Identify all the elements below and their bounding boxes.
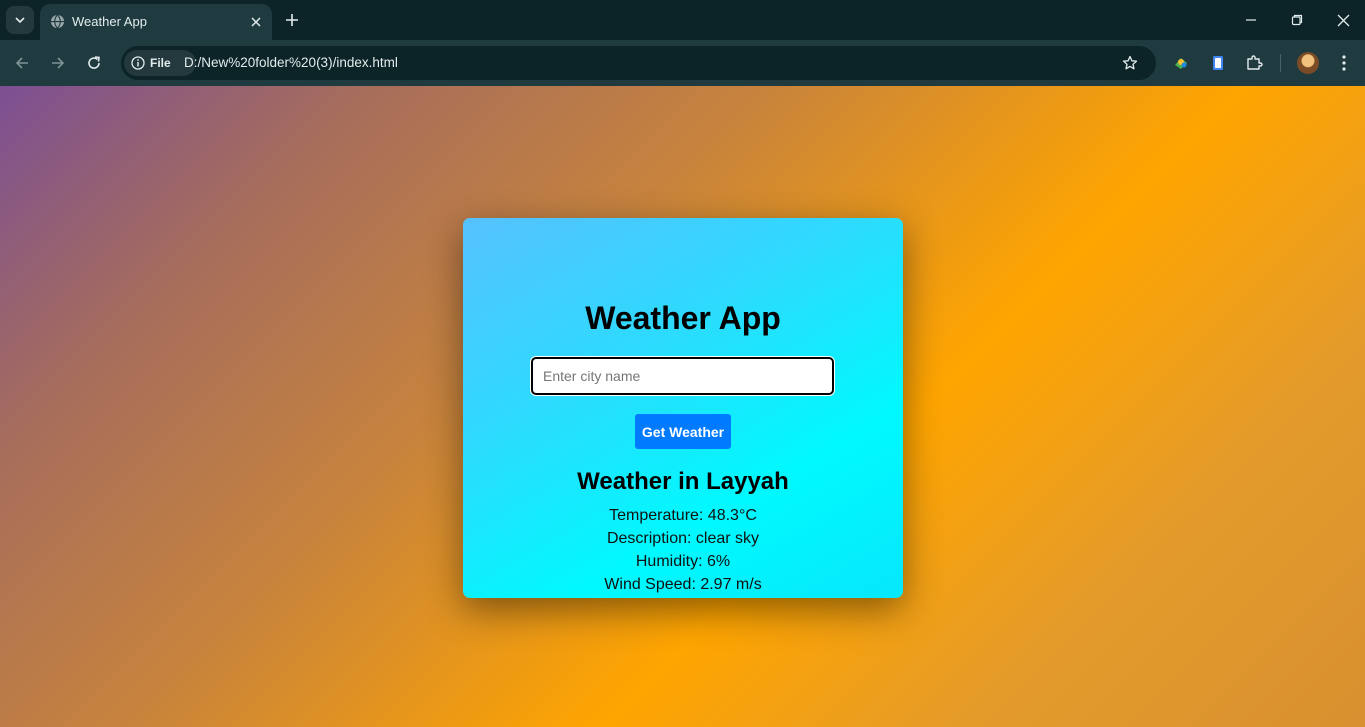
forward-arrow-icon xyxy=(52,57,65,69)
address-bar[interactable]: File D:/New%20folder%20(3)/index.html xyxy=(121,46,1156,80)
app-title: Weather App xyxy=(585,300,781,336)
tab-search-button[interactable] xyxy=(6,6,34,34)
profile-avatar[interactable] xyxy=(1297,52,1319,74)
wind-speed-text: Wind Speed: 2.97 m/s xyxy=(604,576,762,593)
forward-button[interactable] xyxy=(46,51,70,75)
tab-active[interactable]: Weather App xyxy=(40,4,272,40)
tab-close-button[interactable] xyxy=(246,12,266,32)
window-close-icon xyxy=(1337,14,1349,26)
browser-toolbar: File D:/New%20folder%20(3)/index.html xyxy=(0,40,1365,86)
toolbar-divider xyxy=(1280,54,1281,72)
temperature-text: Temperature: 48.3°C xyxy=(609,507,757,524)
kebab-menu-icon xyxy=(1342,55,1346,71)
weather-card: Weather App Get Weather Weather in Layya… xyxy=(463,218,903,598)
restore-button[interactable] xyxy=(1284,8,1310,32)
extension-doc-icon xyxy=(1213,56,1223,70)
extensions-menu-button[interactable] xyxy=(1243,52,1265,74)
tab-title: Weather App xyxy=(72,14,147,29)
result-heading: Weather in Layyah xyxy=(577,468,789,495)
info-icon xyxy=(131,56,145,70)
close-icon xyxy=(251,17,261,27)
get-weather-button[interactable]: Get Weather xyxy=(635,414,731,449)
back-arrow-icon xyxy=(15,57,28,69)
reload-button[interactable] xyxy=(82,51,106,75)
reload-icon xyxy=(88,56,100,69)
minimize-button[interactable] xyxy=(1238,8,1264,32)
back-button[interactable] xyxy=(10,51,34,75)
globe-icon xyxy=(50,14,65,29)
url-text[interactable]: D:/New%20folder%20(3)/index.html xyxy=(184,55,398,70)
puzzle-icon xyxy=(1247,55,1263,70)
browser-menu-button[interactable] xyxy=(1333,52,1355,74)
extension-color-icon xyxy=(1175,58,1187,69)
page-viewport: Weather App Get Weather Weather in Layya… xyxy=(0,86,1365,727)
tab-search-icon xyxy=(15,17,25,24)
extension-button-2[interactable] xyxy=(1207,52,1229,74)
star-icon xyxy=(1122,55,1138,70)
humidity-text: Humidity: 6% xyxy=(635,553,731,570)
window-close-button[interactable] xyxy=(1330,8,1356,32)
description-text: Description: clear sky xyxy=(606,530,760,547)
restore-icon xyxy=(1291,14,1303,26)
bookmark-button[interactable] xyxy=(1119,52,1141,74)
extension-button-1[interactable] xyxy=(1170,52,1192,74)
plus-icon xyxy=(286,14,298,26)
site-chip-label: File xyxy=(150,56,171,70)
city-search-input[interactable] xyxy=(531,357,834,395)
new-tab-button[interactable] xyxy=(281,9,303,31)
tab-strip: Weather App xyxy=(0,0,1365,40)
minimize-icon xyxy=(1246,19,1256,21)
